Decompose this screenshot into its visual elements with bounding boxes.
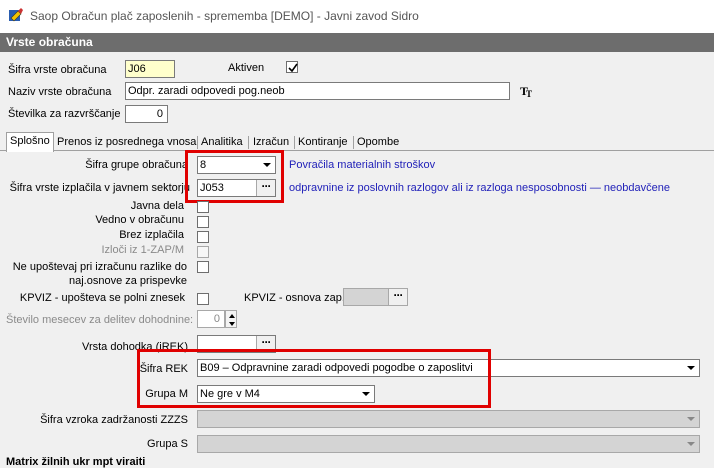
brez-label: Brez izplačila xyxy=(119,229,184,241)
stevilo-input[interactable]: 0 xyxy=(197,310,225,328)
svg-text:T: T xyxy=(526,89,532,98)
kpviz-osnova-label: KPVIZ - osnova zap. xyxy=(244,292,345,304)
naziv-input[interactable]: Odpr. zaradi odpovedi pog.neob xyxy=(125,82,510,100)
sifra-vrste-label: Šifra vrste obračuna xyxy=(8,64,107,76)
tab-splosno[interactable]: Splošno xyxy=(6,132,54,152)
bottom-section-label: Matrix žilnih ukr mpt viraiti xyxy=(6,456,146,468)
izloci-checkbox[interactable] xyxy=(197,246,209,258)
grupa-s-label: Grupa S xyxy=(147,438,188,450)
chevron-down-icon[interactable] xyxy=(683,360,699,376)
vedno-label: Vedno v obračunu xyxy=(95,214,184,226)
naziv-label: Naziv vrste obračuna xyxy=(8,86,112,98)
vedno-checkbox[interactable] xyxy=(197,216,209,228)
window-title: Saop Obračun plač zaposlenih - sprememba… xyxy=(30,9,419,23)
aktiven-checkbox[interactable] xyxy=(286,61,298,73)
highlight-box xyxy=(137,349,491,408)
checkmark-icon xyxy=(288,63,298,73)
aktiven-label: Aktiven xyxy=(228,62,265,74)
spinner-arrows-icon xyxy=(229,314,235,326)
sifra-grupe-label: Šifra grupe obračuna xyxy=(85,159,188,171)
section-header: Vrste obračuna xyxy=(0,33,714,52)
tab-kontiranje[interactable]: Kontiranje xyxy=(298,134,348,150)
sifra-vrste-input[interactable]: J06 xyxy=(125,60,175,78)
tab-prenos[interactable]: Prenos iz posrednega vnosa xyxy=(57,134,196,150)
stevilka-label: Številka za razvrščanje xyxy=(8,108,121,120)
tab-separator xyxy=(197,136,198,149)
stevilka-input[interactable]: 0 xyxy=(125,105,168,123)
kpviz-checkbox[interactable] xyxy=(197,293,209,305)
tab-opombe[interactable]: Opombe xyxy=(357,134,399,150)
brez-checkbox[interactable] xyxy=(197,231,209,243)
window-titlebar: Saop Obračun plač zaposlenih - sprememba… xyxy=(0,0,714,34)
sifra-izplacila-label: Šifra vrste izplačila v javnem sektorju xyxy=(9,182,190,194)
stevilo-label: Število mesecev za delitev dohodnine: xyxy=(6,314,194,326)
vzrok-select[interactable] xyxy=(197,410,700,428)
izloci-label: Izloči iz 1-ZAP/M xyxy=(101,244,184,256)
sifra-grupe-description: Povračila materialnih stroškov xyxy=(289,159,436,171)
kpviz-label: KPVIZ - upošteva se polni znesek xyxy=(19,292,185,304)
kpviz-osnova-input[interactable]: ··· xyxy=(343,288,408,306)
javna-dela-label: Javna dela xyxy=(130,200,184,212)
tab-separator xyxy=(353,136,354,149)
ellipsis-icon[interactable]: ··· xyxy=(388,289,407,305)
javna-dela-checkbox[interactable] xyxy=(197,201,209,213)
tab-separator xyxy=(248,136,249,149)
tab-separator xyxy=(294,136,295,149)
chevron-down-icon[interactable] xyxy=(683,436,699,452)
ne-upostevaj-label-1: Ne upoštevaj pri izračunu razlike do xyxy=(12,261,187,273)
tab-izracun[interactable]: Izračun xyxy=(253,134,289,150)
spinner-buttons[interactable] xyxy=(225,310,237,328)
chevron-down-icon[interactable] xyxy=(683,411,699,427)
app-icon xyxy=(8,7,24,23)
grupa-s-select[interactable] xyxy=(197,435,700,453)
text-format-icon[interactable]: TT xyxy=(520,84,534,99)
tabs-divider xyxy=(0,150,714,151)
highlight-box xyxy=(185,150,284,203)
vzrok-label: Šifra vzroka zadržanosti ZZZS xyxy=(40,414,188,426)
tab-analitika[interactable]: Analitika xyxy=(201,134,243,150)
section-title: Vrste obračuna xyxy=(6,35,93,49)
sifra-izplacila-description: odpravnine iz poslovnih razlogov ali iz … xyxy=(289,182,670,194)
ne-upostevaj-label-2: naj.osnove za prispevke xyxy=(68,275,187,287)
ne-upostevaj-checkbox[interactable] xyxy=(197,261,209,273)
